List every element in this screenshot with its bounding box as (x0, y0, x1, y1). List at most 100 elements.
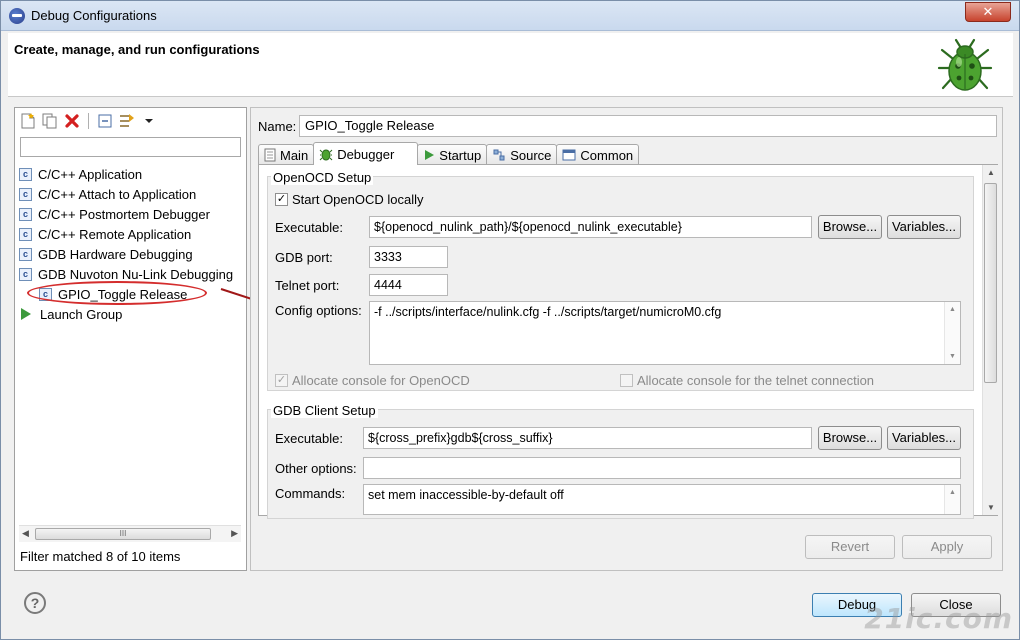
c-config-icon: c (19, 207, 32, 221)
toolbar-separator (88, 113, 89, 129)
scroll-up-icon[interactable]: ▲ (949, 489, 956, 496)
gdb-browse-button[interactable]: Browse... (818, 426, 882, 450)
main-tab-icon (264, 148, 276, 162)
c-config-icon: c (19, 227, 32, 241)
other-options-input[interactable] (363, 457, 961, 479)
config-options-scrollbar[interactable]: ▲ ▼ (944, 302, 960, 364)
configuration-editor: Name: GPIO_Toggle Release Main Debugger … (250, 107, 1003, 571)
tree-item[interactable]: c C/C++ Attach to Application (19, 184, 245, 204)
openocd-browse-button[interactable]: Browse... (818, 215, 882, 239)
left-toolbar (19, 111, 158, 131)
gdb-port-input[interactable]: 3333 (369, 246, 448, 268)
tree-item-label: GDB Nuvoton Nu-Link Debugging (38, 266, 234, 282)
tab-label: Source (510, 147, 552, 163)
scroll-left-icon[interactable]: ◀ (22, 528, 29, 539)
tree-item[interactable]: c C/C++ Application (19, 164, 245, 184)
launch-configurations-panel: c C/C++ Application c C/C++ Attach to Appli… (14, 107, 247, 571)
filter-input[interactable] (20, 137, 241, 157)
view-menu-dropdown-icon[interactable] (140, 112, 158, 130)
tree-item-label: C/C++ Attach to Application (38, 186, 197, 202)
scrollbar-thumb[interactable] (984, 183, 997, 383)
scroll-down-icon[interactable]: ▼ (949, 353, 956, 360)
c-config-icon: c (19, 187, 32, 201)
source-tab-icon (493, 149, 505, 161)
other-options-label: Other options: (275, 461, 357, 476)
debug-configurations-dialog: Debug Configurations ✕ Create, manage, a… (0, 0, 1020, 640)
startup-tab-icon (425, 150, 435, 160)
tree-item[interactable]: Launch Group (19, 304, 245, 324)
gdb-executable-input[interactable]: ${cross_prefix}gdb${cross_suffix} (363, 427, 812, 449)
revert-button[interactable]: Revert (805, 535, 895, 559)
tab-startup[interactable]: Startup (417, 144, 488, 165)
openocd-executable-input[interactable]: ${openocd_nulink_path}/${openocd_nulink_… (369, 216, 812, 238)
scroll-down-icon[interactable]: ▼ (987, 503, 995, 512)
config-options-textarea[interactable]: -f ../scripts/interface/nulink.cfg -f ..… (369, 301, 961, 365)
help-icon[interactable]: ? (24, 592, 46, 614)
c-config-icon: c (19, 247, 32, 261)
configuration-name-input[interactable]: GPIO_Toggle Release (299, 115, 997, 137)
scroll-up-icon[interactable]: ▲ (987, 168, 995, 177)
apply-button[interactable]: Apply (902, 535, 992, 559)
tree-item-label: C/C++ Remote Application (38, 226, 192, 242)
start-openocd-checkbox[interactable]: ✓ (275, 193, 288, 206)
debug-bug-icon (937, 38, 993, 91)
filter-configurations-icon[interactable] (118, 112, 136, 130)
gdb-executable-label: Executable: (275, 431, 343, 446)
allocate-console-openocd-checkbox[interactable]: ✓ (275, 374, 288, 387)
telnet-port-input[interactable]: 4444 (369, 274, 448, 296)
tab-label: Common (580, 147, 634, 163)
delete-configuration-icon[interactable] (63, 112, 81, 130)
close-window-button[interactable]: ✕ (965, 2, 1011, 22)
commands-textarea[interactable]: set mem inaccessible-by-default off ▲ (363, 484, 961, 515)
config-options-label: Config options: (275, 303, 362, 318)
tree-item-label: Launch Group (40, 306, 123, 322)
scrollbar-thumb[interactable]: III (35, 528, 211, 540)
tree-item-label: C/C++ Postmortem Debugger (38, 206, 210, 222)
tab-source[interactable]: Source (486, 144, 558, 165)
tab-label: Debugger (337, 146, 395, 162)
banner-heading: Create, manage, and run configurations (14, 42, 260, 57)
c-config-icon: c (19, 167, 32, 181)
openocd-executable-label: Executable: (275, 220, 343, 235)
config-options-value: -f ../scripts/interface/nulink.cfg -f ..… (374, 305, 722, 319)
collapse-all-icon[interactable] (96, 112, 114, 130)
common-tab-icon (562, 149, 576, 161)
tab-vertical-scrollbar[interactable]: ▲ ▼ (982, 165, 998, 515)
highlight-ellipse-annotation (27, 281, 207, 305)
new-configuration-icon[interactable] (19, 112, 37, 130)
debugger-tab-content: OpenOCD Setup ✓ Start OpenOCD locally Ex… (258, 164, 998, 519)
tab-common[interactable]: Common (556, 144, 640, 165)
eclipse-icon (9, 8, 25, 24)
commands-label: Commands: (275, 486, 346, 501)
start-openocd-label: Start OpenOCD locally (292, 192, 424, 207)
gdb-variables-button[interactable]: Variables... (887, 426, 961, 450)
watermark: 21ic.com (864, 602, 1013, 635)
commands-scrollbar[interactable]: ▲ (944, 485, 960, 514)
gdb-client-setup-title: GDB Client Setup (271, 403, 378, 418)
tree-item-label: C/C++ Application (38, 166, 143, 182)
scroll-up-icon[interactable]: ▲ (949, 306, 956, 313)
telnet-port-label: Telnet port: (275, 278, 340, 293)
tab-debugger[interactable]: Debugger (313, 142, 419, 165)
tab-label: Startup (439, 147, 482, 163)
commands-value: set mem inaccessible-by-default off (368, 488, 564, 502)
openocd-variables-button[interactable]: Variables... (887, 215, 961, 239)
tree-item[interactable]: c C/C++ Postmortem Debugger (19, 204, 245, 224)
duplicate-configuration-icon[interactable] (41, 112, 59, 130)
c-config-icon: c (19, 267, 32, 281)
name-label: Name: (258, 119, 297, 134)
tree-horizontal-scrollbar[interactable]: ◀ III ▶ (19, 525, 241, 542)
filter-status: Filter matched 8 of 10 items (20, 549, 181, 564)
header-banner: Create, manage, and run configurations (8, 33, 1013, 97)
allocate-console-telnet-checkbox[interactable] (620, 374, 633, 387)
tree-item[interactable]: c GDB Hardware Debugging (19, 244, 245, 264)
tab-label: Main (280, 147, 309, 163)
allocate-console-openocd-label: Allocate console for OpenOCD (292, 373, 470, 388)
tree-item[interactable]: c C/C++ Remote Application (19, 224, 245, 244)
launch-group-icon (21, 308, 31, 320)
gdb-port-label: GDB port: (275, 250, 333, 265)
debugger-tab-icon (319, 149, 333, 161)
scroll-right-icon[interactable]: ▶ (231, 528, 238, 539)
tab-main[interactable]: Main (258, 144, 315, 165)
window-title: Debug Configurations (31, 8, 157, 23)
